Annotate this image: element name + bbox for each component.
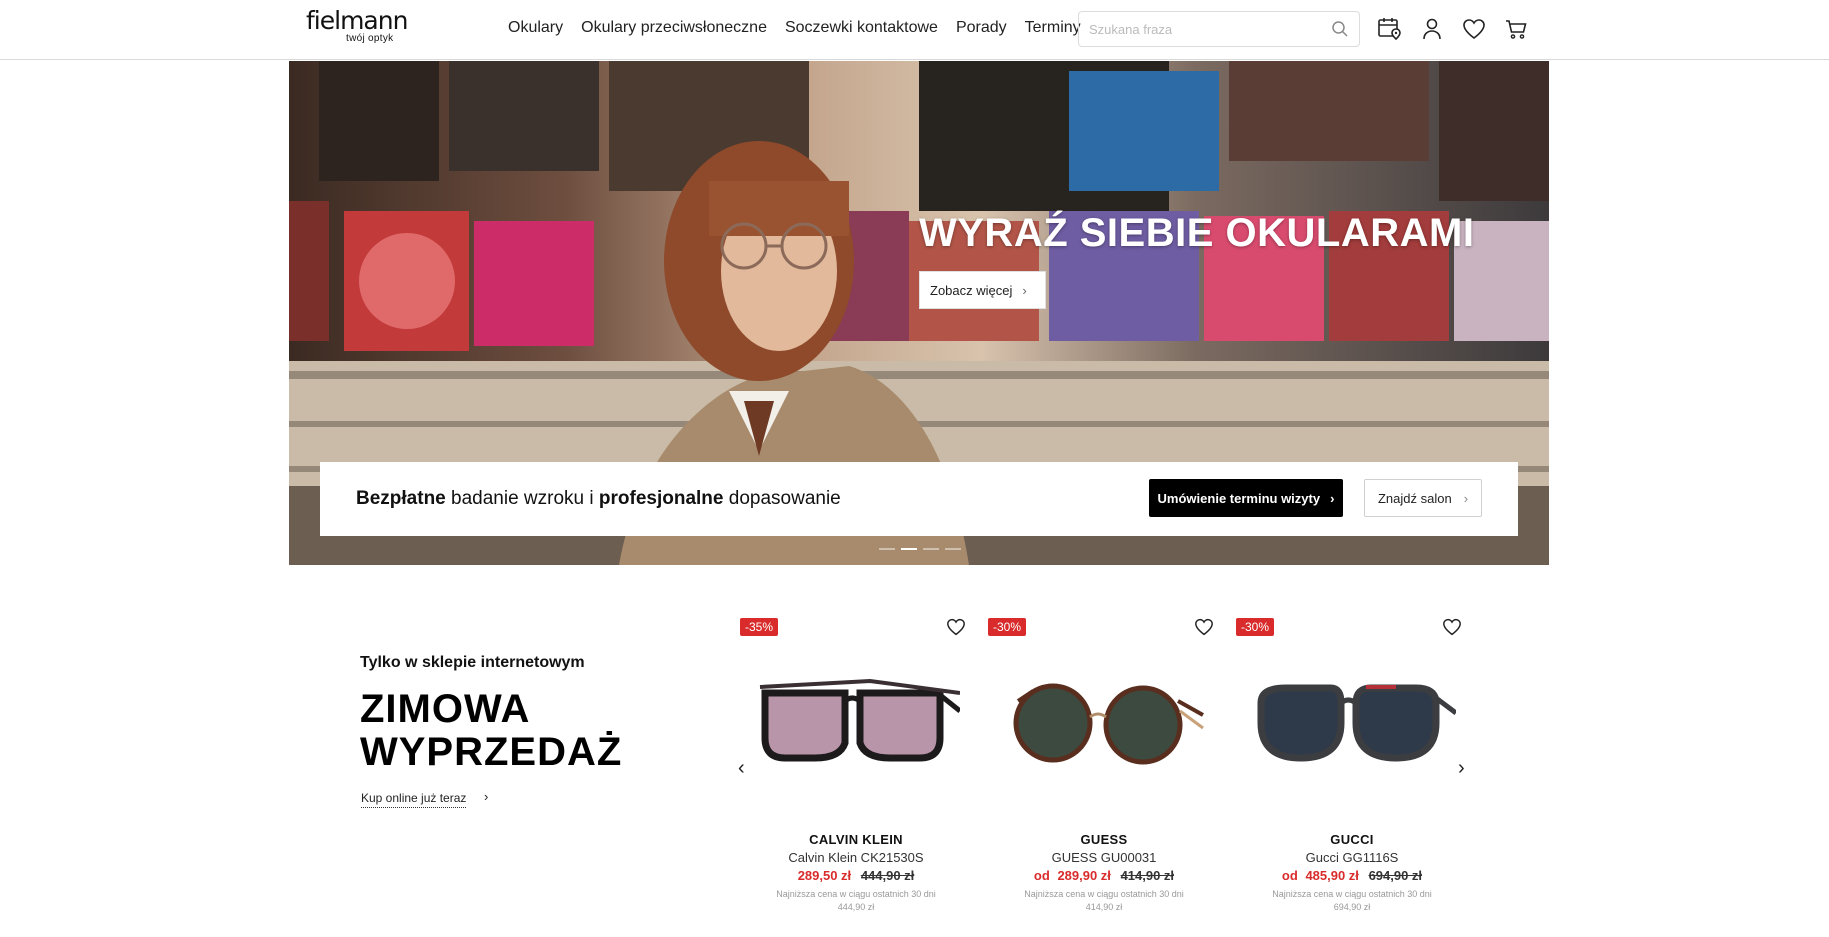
product-card[interactable]: -30% GUESS GUESS GU00031 od 289,90 zł 41… [988, 618, 1220, 918]
chevron-right-icon: › [1330, 490, 1335, 506]
sale-title-line-1: ZIMOWA [360, 687, 531, 731]
product-image[interactable] [1246, 673, 1456, 783]
product-model[interactable]: GUESS GU00031 [988, 850, 1220, 865]
lowest-price-note: Najniższa cena w ciągu ostatnich 30 dni … [988, 888, 1220, 914]
nav-item-soczewki-kontaktowe[interactable]: Soczewki kontaktowe [785, 19, 938, 37]
find-store-label: Znajdź salon [1377, 490, 1452, 506]
strip-text-4: dopasowanie [723, 488, 841, 509]
lowest-price-label: Najniższa cena w ciągu ostatnich 30 dni [1024, 889, 1184, 899]
price-from-label: od [1033, 868, 1050, 883]
header-icons [1377, 15, 1529, 43]
sale-price: 485,90 zł [1305, 868, 1359, 883]
slider-dots [879, 548, 961, 550]
sale-price: 289,90 zł [1057, 868, 1111, 883]
main-nav: Okulary Okulary przeciwsłoneczne Soczewk… [508, 19, 1081, 37]
lowest-price-label: Najniższa cena w ciągu ostatnich 30 dni [1272, 889, 1432, 899]
product-model[interactable]: Gucci GG1116S [1236, 850, 1468, 865]
lowest-price-note: Najniższa cena w ciągu ostatnich 30 dni … [740, 888, 972, 914]
favorite-heart-icon[interactable] [1194, 618, 1214, 638]
logo-tagline: twój optyk [346, 33, 394, 44]
lowest-price-label: Najniższa cena w ciągu ostatnich 30 dni [776, 889, 936, 899]
sale-price: 289,50 zł [797, 868, 852, 883]
eye-exam-text: Bezpłatne badanie wzroku i profesjonalne… [356, 488, 841, 510]
discount-badge: -30% [1236, 618, 1275, 636]
strip-bold-2: profesjonalne [598, 488, 724, 509]
favorite-heart-icon[interactable] [1442, 618, 1462, 638]
fielmann-logo[interactable]: fielmann twój optyk [306, 6, 408, 48]
nav-item-porady[interactable]: Porady [956, 19, 1007, 37]
original-price: 414,90 zł [1120, 868, 1175, 883]
appointment-icon[interactable] [1377, 15, 1403, 43]
book-appointment-button[interactable]: Umówienie terminu wizyty › [1149, 479, 1343, 517]
product-image[interactable] [998, 673, 1208, 783]
product-brand: GUCCI [1330, 832, 1374, 847]
slider-dot[interactable] [923, 548, 939, 550]
lowest-price-value: 694,90 zł [1333, 902, 1371, 912]
lowest-price-value: 414,90 zł [1085, 902, 1123, 912]
product-price: 289,50 zł 444,90 zł [740, 868, 972, 883]
book-appointment-label: Umówienie terminu wizyty [1157, 490, 1321, 506]
chevron-right-icon: › [484, 789, 489, 804]
strip-text-2: badanie wzroku i [445, 488, 599, 509]
sale-subtitle: Tylko w sklepie internetowym [360, 654, 585, 671]
nav-item-okulary[interactable]: Okulary [508, 19, 563, 37]
product-price: od 289,90 zł 414,90 zł [988, 868, 1220, 883]
nav-item-okulary-przeciwsloneczne[interactable]: Okulary przeciwsłoneczne [581, 19, 767, 37]
product-card[interactable]: -30% GUCCI Gucci GG1116S od 485,90 zł 69… [1236, 618, 1468, 918]
search-icon[interactable] [1331, 20, 1349, 38]
favorite-heart-icon[interactable] [946, 618, 966, 638]
eye-exam-strip: Bezpłatne badanie wzroku i profesjonalne… [320, 462, 1518, 536]
hero-see-more-label: Zobacz więcej [930, 282, 1013, 298]
product-brand: CALVIN KLEIN [809, 832, 903, 847]
lowest-price-note: Najniższa cena w ciągu ostatnich 30 dni … [1236, 888, 1468, 914]
product-card[interactable]: -35% CALVIN KLEIN Calvin Klein CK21530S … [740, 618, 972, 918]
product-brand: GUESS [1080, 832, 1128, 847]
product-model[interactable]: Calvin Klein CK21530S [740, 850, 972, 865]
lowest-price-value: 444,90 zł [837, 902, 875, 912]
hero-title: WYRAŹ SIEBIE OKULARAMI [919, 211, 1475, 255]
product-price: od 485,90 zł 694,90 zł [1236, 868, 1468, 883]
slider-dot[interactable] [945, 548, 961, 550]
shop-online-link[interactable]: Kup online już teraz [361, 791, 467, 808]
original-price: 694,90 zł [1368, 868, 1423, 883]
cart-icon[interactable] [1503, 15, 1529, 43]
discount-badge: -35% [740, 618, 779, 636]
original-price: 444,90 zł [860, 868, 915, 883]
search-box [1078, 11, 1360, 47]
site-header: fielmann twój optyk Okulary Okulary prze… [0, 0, 1829, 60]
hero-see-more-button[interactable]: Zobacz więcej › [919, 271, 1046, 309]
logo-wordmark: fielmann [306, 6, 408, 35]
sale-title-line-2: WYPRZEDAŻ [360, 730, 623, 774]
slider-dot-active[interactable] [901, 548, 917, 550]
discount-badge: -30% [988, 618, 1027, 636]
product-image[interactable] [750, 673, 960, 783]
chevron-right-icon: › [1463, 490, 1469, 506]
chevron-right-icon: › [1022, 282, 1027, 298]
strip-bold-1: Bezpłatne [356, 488, 446, 509]
heart-icon[interactable] [1461, 15, 1487, 43]
account-icon[interactable] [1419, 15, 1445, 43]
nav-item-terminy[interactable]: Terminy [1025, 19, 1081, 37]
price-from-label: od [1281, 868, 1298, 883]
search-input[interactable] [1089, 12, 1319, 46]
sale-title: ZIMOWA WYPRZEDAŻ [360, 688, 660, 774]
slider-dot[interactable] [879, 548, 895, 550]
find-store-button[interactable]: Znajdź salon › [1364, 479, 1482, 517]
